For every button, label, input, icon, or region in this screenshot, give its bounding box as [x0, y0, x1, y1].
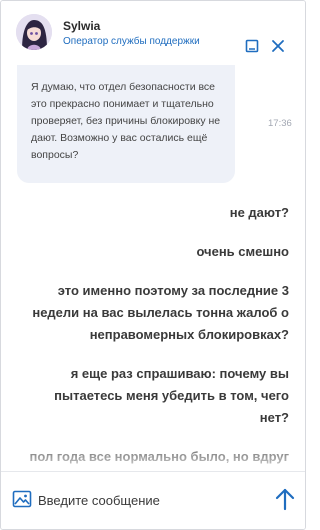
send-button[interactable]	[273, 486, 297, 512]
user-message: это именно поэтому за последние 3 недели…	[32, 280, 289, 346]
message-input[interactable]	[38, 489, 258, 511]
user-message-line: нет?	[259, 410, 289, 425]
close-icon	[272, 40, 284, 52]
user-message-line: очень смешно	[196, 244, 289, 259]
attach-image-button[interactable]	[11, 488, 33, 510]
message-list[interactable]: Я думаю, что отдел безопасности все это …	[1, 65, 305, 471]
agent-message: Я думаю, что отдел безопасности все это …	[17, 65, 235, 183]
minimize-button[interactable]	[243, 37, 261, 55]
user-message: я еще раз спрашиваю: почему вы пытаетесь…	[54, 363, 289, 429]
agent-name: Sylwia	[63, 19, 101, 33]
message-time: 17:36	[268, 118, 292, 129]
minimize-icon	[245, 39, 259, 53]
user-message-line: не дают?	[229, 205, 289, 220]
chat-widget: Sylwia Оператор службы поддержки Я думаю…	[0, 0, 306, 530]
chat-header: Sylwia Оператор службы поддержки	[1, 1, 305, 65]
user-message-line: пол года все нормально было, но вдруг	[29, 449, 289, 464]
user-message-line: пытаетесь меня убедить в том, чего	[54, 388, 289, 403]
user-message-line: это именно поэтому за последние 3	[57, 283, 289, 298]
user-message-line: недели на вас вылелась тонна жалоб о	[32, 305, 289, 320]
close-button[interactable]	[269, 37, 287, 55]
user-message-line: неправомерных блокировках?	[89, 327, 289, 342]
avatar-image	[16, 14, 52, 50]
image-icon	[12, 490, 32, 508]
agent-role: Оператор службы поддержки	[63, 36, 200, 47]
agent-avatar	[16, 14, 52, 50]
message-composer	[1, 471, 305, 529]
user-message: очень смешно	[196, 241, 289, 263]
user-message: не дают?	[230, 202, 289, 224]
user-message: пол года все нормально было, но вдруг	[29, 446, 289, 468]
arrow-up-icon	[275, 488, 295, 511]
user-message-line: я еще раз спрашиваю: почему вы	[70, 366, 289, 381]
